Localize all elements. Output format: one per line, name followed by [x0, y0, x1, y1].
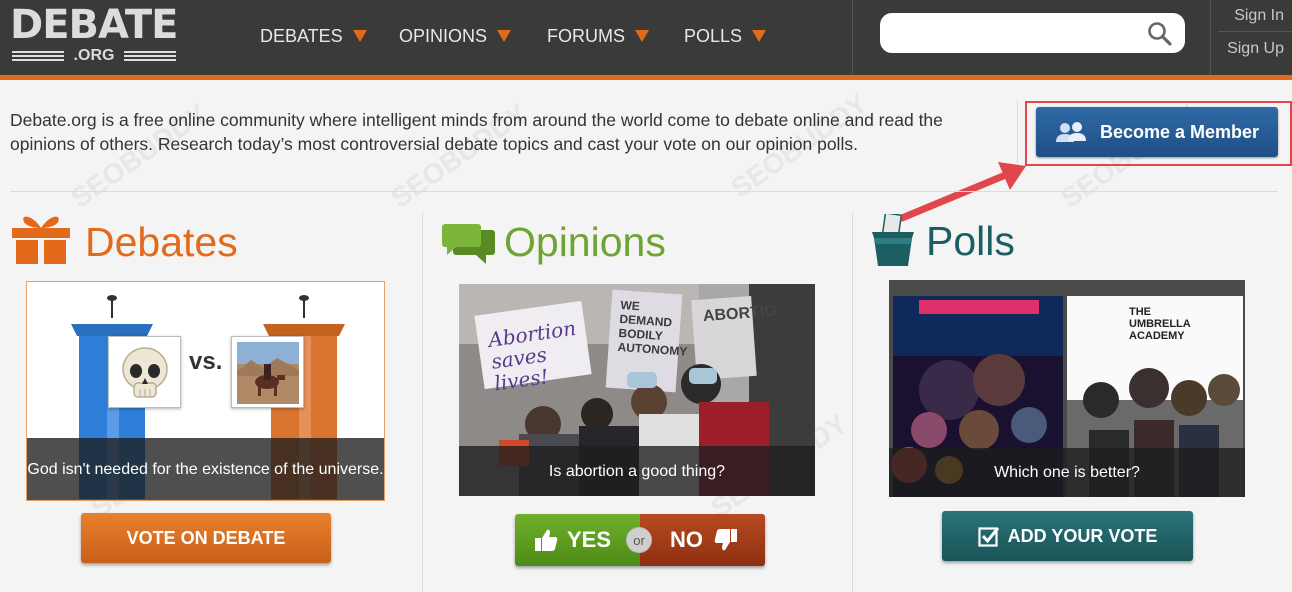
chat-bubbles-icon — [442, 224, 495, 264]
checkbox-icon — [978, 527, 999, 547]
column-divider — [422, 212, 423, 592]
sign-up-link[interactable]: Sign Up — [1227, 40, 1284, 58]
sign-separator — [1218, 31, 1292, 32]
poll-card[interactable]: THE UMBRELLA ACADEMY Which one is better… — [889, 280, 1245, 497]
debater-avatar[interactable] — [231, 336, 304, 408]
poster-title: THE UMBRELLA ACADEMY — [1129, 306, 1191, 342]
add-your-vote-label: ADD YOUR VOTE — [1007, 525, 1158, 546]
debates-title[interactable]: Debates — [85, 217, 238, 267]
site-logo[interactable]: DEBATE .ORG — [10, 5, 180, 65]
no-button[interactable]: NO — [640, 514, 765, 566]
yes-button[interactable]: YES — [515, 514, 640, 566]
chevron-down-icon — [635, 30, 649, 42]
chevron-down-icon — [752, 30, 767, 42]
vs-label: vs. — [189, 348, 223, 375]
nav-forums[interactable]: FORUMS — [547, 24, 649, 48]
vote-on-debate-button[interactable]: VOTE ON DEBATE — [81, 513, 331, 563]
nav-debates-label: DEBATES — [260, 25, 343, 46]
opinion-caption[interactable]: Is abortion a good thing? — [459, 446, 815, 496]
ballot-box-icon — [872, 214, 914, 266]
logo-sub-text: .ORG — [10, 47, 178, 65]
nav-polls[interactable]: POLLS — [684, 24, 767, 48]
become-member-button[interactable]: Become a Member — [1036, 107, 1278, 157]
header-divider — [852, 0, 853, 75]
chevron-down-icon — [497, 30, 512, 42]
add-your-vote-button[interactable]: ADD YOUR VOTE — [942, 511, 1193, 561]
become-member-label: Become a Member — [1100, 121, 1260, 142]
opinion-card[interactable]: Abortion saves lives! WE DEMAND BODILY A… — [459, 284, 815, 496]
nav-forums-label: FORUMS — [547, 25, 625, 46]
nav-opinions[interactable]: OPINIONS — [399, 24, 512, 48]
search-input[interactable] — [880, 13, 1185, 53]
header-accent-strip — [0, 75, 1292, 80]
column-divider — [852, 212, 853, 592]
gift-icon — [12, 216, 70, 264]
header-divider — [1210, 0, 1211, 75]
users-icon — [1056, 122, 1086, 142]
no-label: NO — [670, 527, 703, 552]
polls-title[interactable]: Polls — [926, 216, 1015, 266]
sign-text: WE DEMAND BODILY AUTONOMY — [617, 297, 688, 359]
thumbs-up-icon — [535, 529, 558, 551]
horizontal-divider — [10, 191, 1278, 192]
logo-main-text: DEBATE — [10, 2, 178, 48]
site-header: DEBATE .ORG DEBATES OPINIONS FORUMS POLL… — [0, 0, 1292, 75]
debate-card[interactable]: vs. God isn't needed for the existence o… — [26, 281, 385, 501]
nav-debates[interactable]: DEBATES — [260, 24, 367, 48]
thumbs-down-icon — [714, 529, 737, 551]
nav-opinions-label: OPINIONS — [399, 25, 488, 46]
or-badge: or — [626, 527, 652, 553]
intro-text: Debate.org is a free online community wh… — [10, 110, 943, 154]
sign-in-link[interactable]: Sign In — [1234, 7, 1284, 25]
horse-rider-image — [237, 342, 299, 404]
debate-caption[interactable]: God isn't needed for the existence of th… — [27, 438, 384, 500]
yes-label: YES — [567, 527, 612, 552]
opinions-title[interactable]: Opinions — [504, 217, 666, 267]
debater-avatar[interactable] — [108, 336, 181, 408]
sign-text: Abortion saves lives! — [486, 315, 578, 396]
poll-caption[interactable]: Which one is better? — [889, 448, 1245, 497]
yes-no-vote: YES NO or — [515, 514, 765, 566]
nav-polls-label: POLLS — [684, 25, 743, 46]
skull-icon — [122, 347, 168, 398]
chevron-down-icon — [352, 30, 367, 42]
search-icon[interactable] — [1147, 21, 1173, 47]
